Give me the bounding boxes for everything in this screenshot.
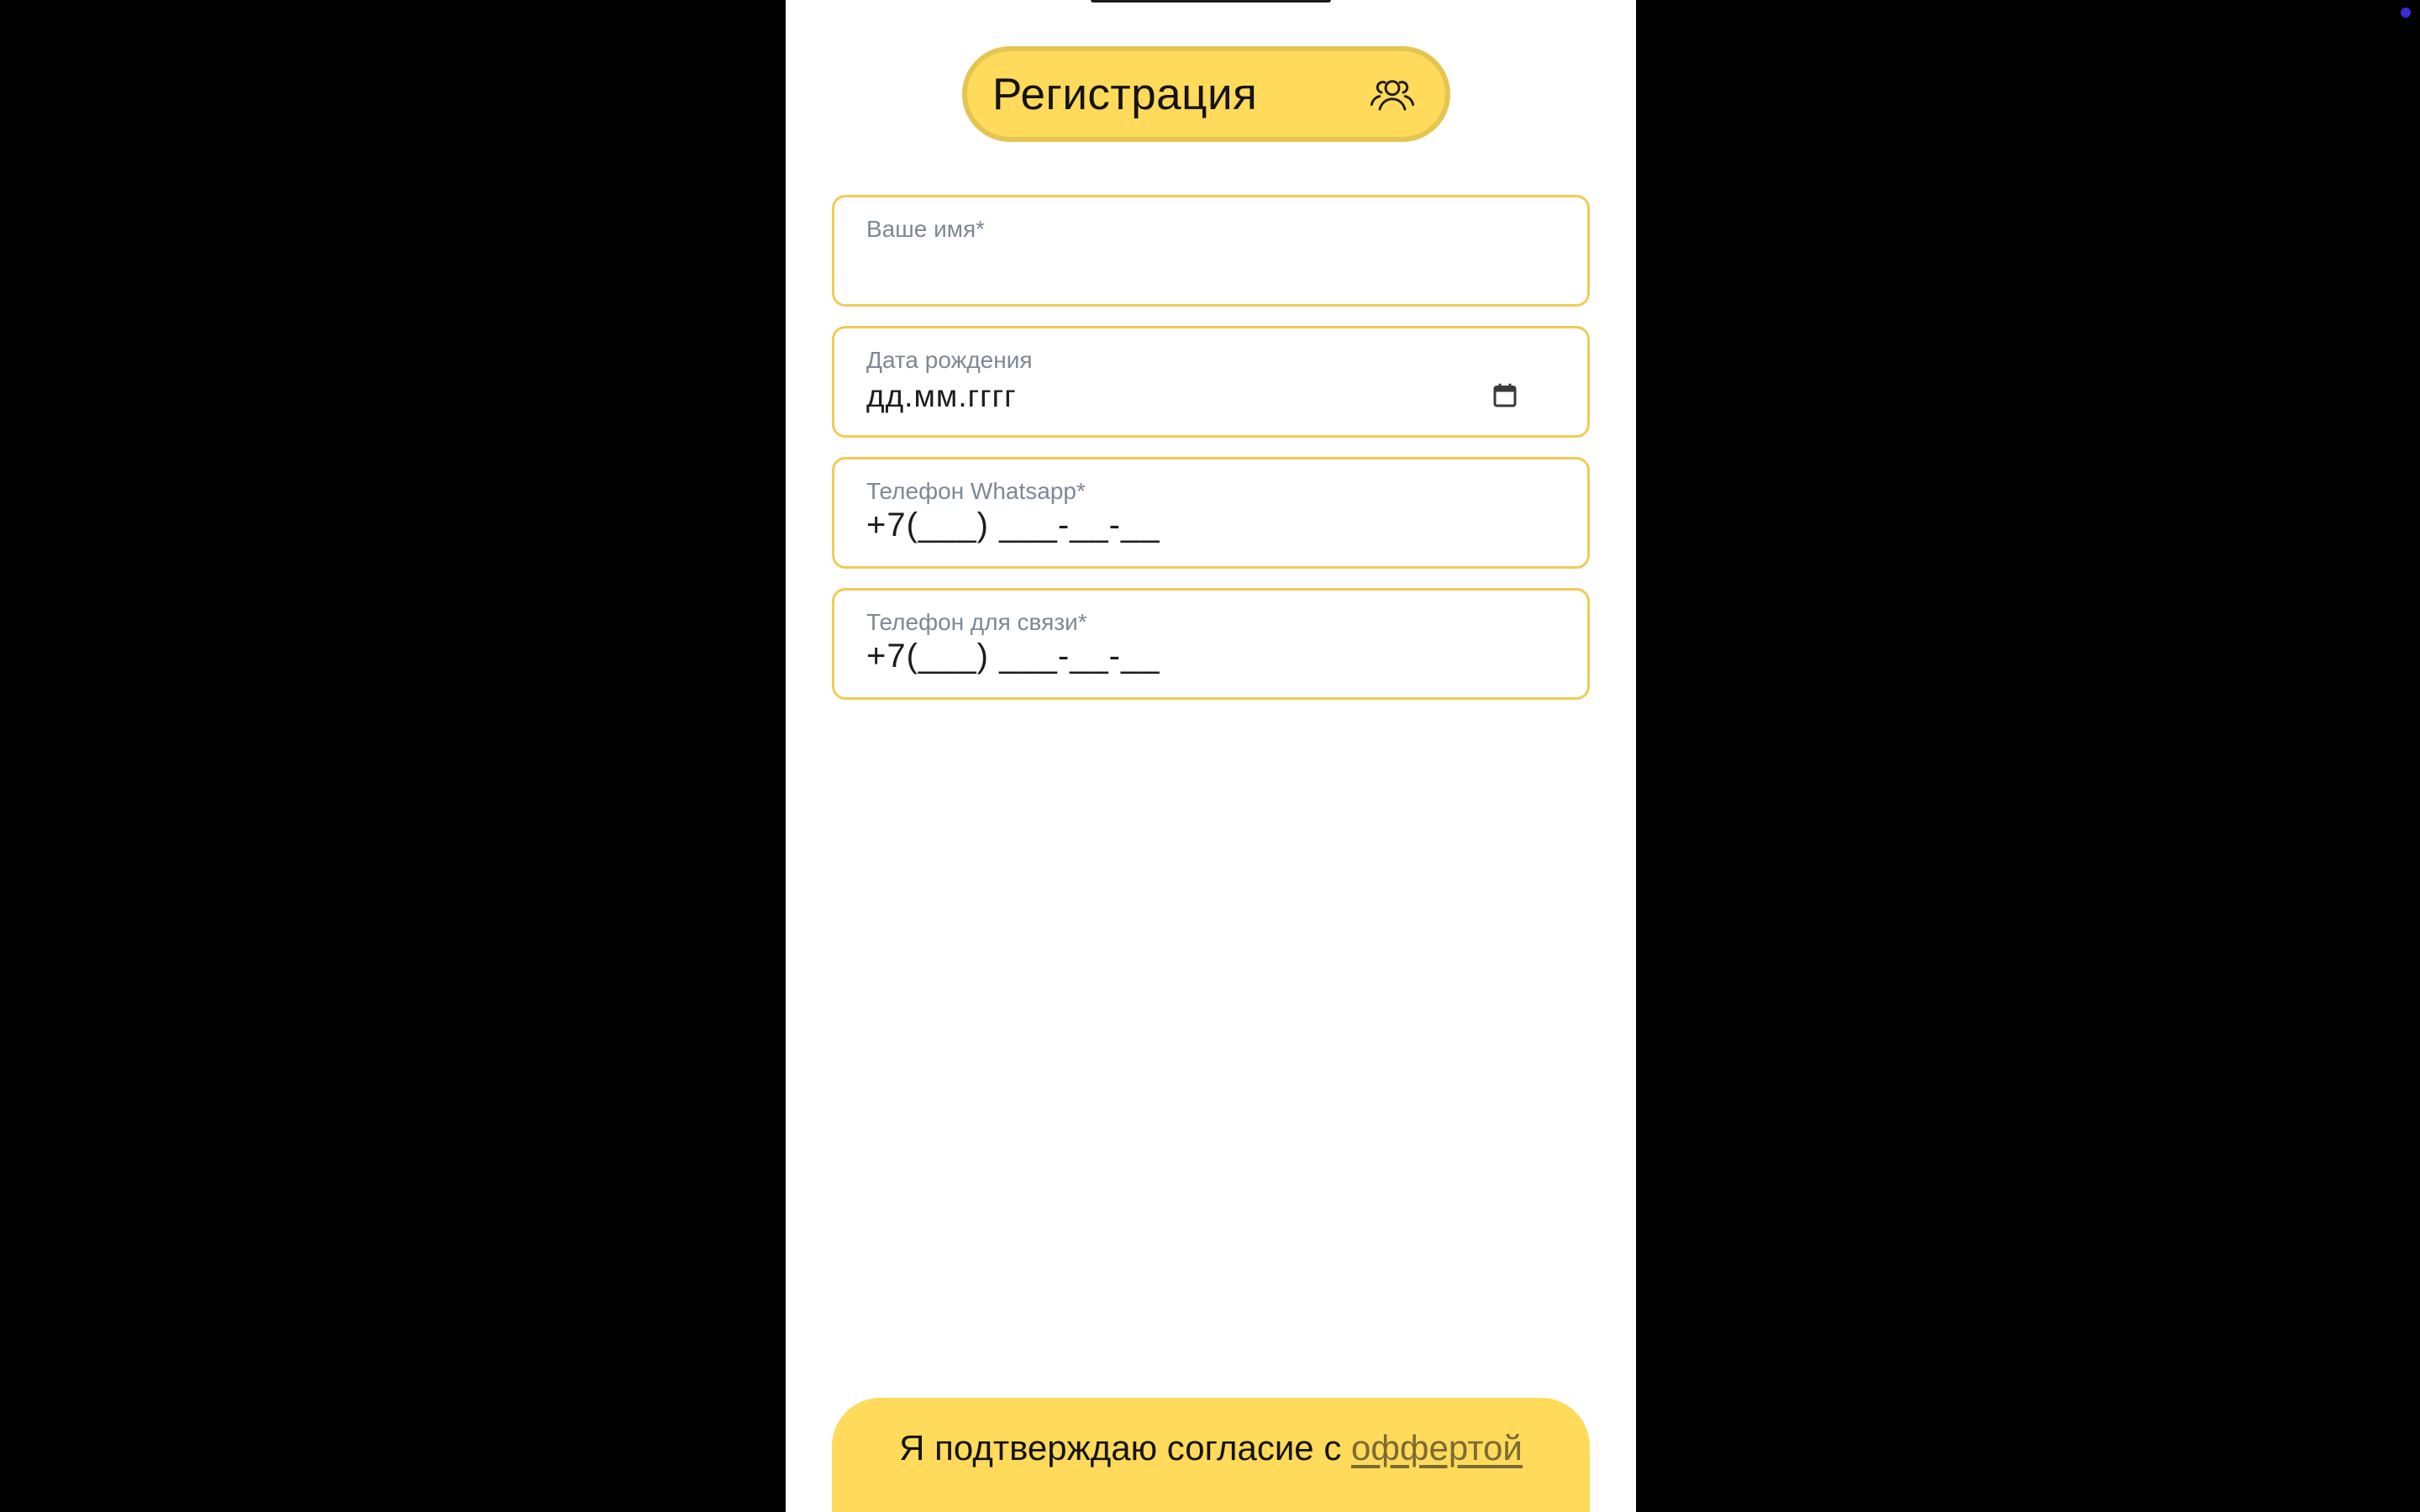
- consent-label: Я подтверждаю согласие с: [899, 1428, 1351, 1467]
- calendar-icon[interactable]: [1490, 381, 1520, 411]
- registration-title: Регистрация: [992, 69, 1258, 119]
- users-icon: [1366, 68, 1418, 120]
- name-field[interactable]: Ваше имя*: [832, 195, 1590, 307]
- consent-button[interactable]: Я подтверждаю согласие с оффертой: [832, 1398, 1590, 1512]
- consent-text: Я подтверждаю согласие с оффертой: [899, 1428, 1523, 1468]
- status-dot: [2401, 8, 2411, 18]
- registration-page: Регистрация Ваше имя* Дата рождения дд.м…: [786, 0, 1636, 1512]
- screen: Регистрация Ваше имя* Дата рождения дд.м…: [0, 0, 2420, 1512]
- registration-header-button[interactable]: Регистрация: [962, 46, 1450, 142]
- whatsapp-phone-field[interactable]: Телефон Whatsapp* +7(___) ___-__-__: [832, 457, 1590, 569]
- contact-phone-field[interactable]: Телефон для связи* +7(___) ___-__-__: [832, 588, 1590, 700]
- whatsapp-phone-field-label: Телефон Whatsapp*: [866, 478, 1086, 504]
- name-field-label: Ваше имя*: [866, 216, 986, 242]
- contact-phone-field-label: Телефон для связи*: [866, 609, 1087, 635]
- birthdate-field-label: Дата рождения: [866, 347, 1033, 373]
- birthdate-field-placeholder[interactable]: дд.мм.гггг: [866, 379, 1017, 414]
- offer-link[interactable]: оффертой: [1351, 1428, 1523, 1467]
- whatsapp-phone-field-mask[interactable]: +7(___) ___-__-__: [866, 507, 1160, 544]
- contact-phone-field-mask[interactable]: +7(___) ___-__-__: [866, 638, 1160, 675]
- top-notch: [1091, 0, 1331, 3]
- birthdate-field[interactable]: Дата рождения дд.мм.гггг: [832, 326, 1590, 438]
